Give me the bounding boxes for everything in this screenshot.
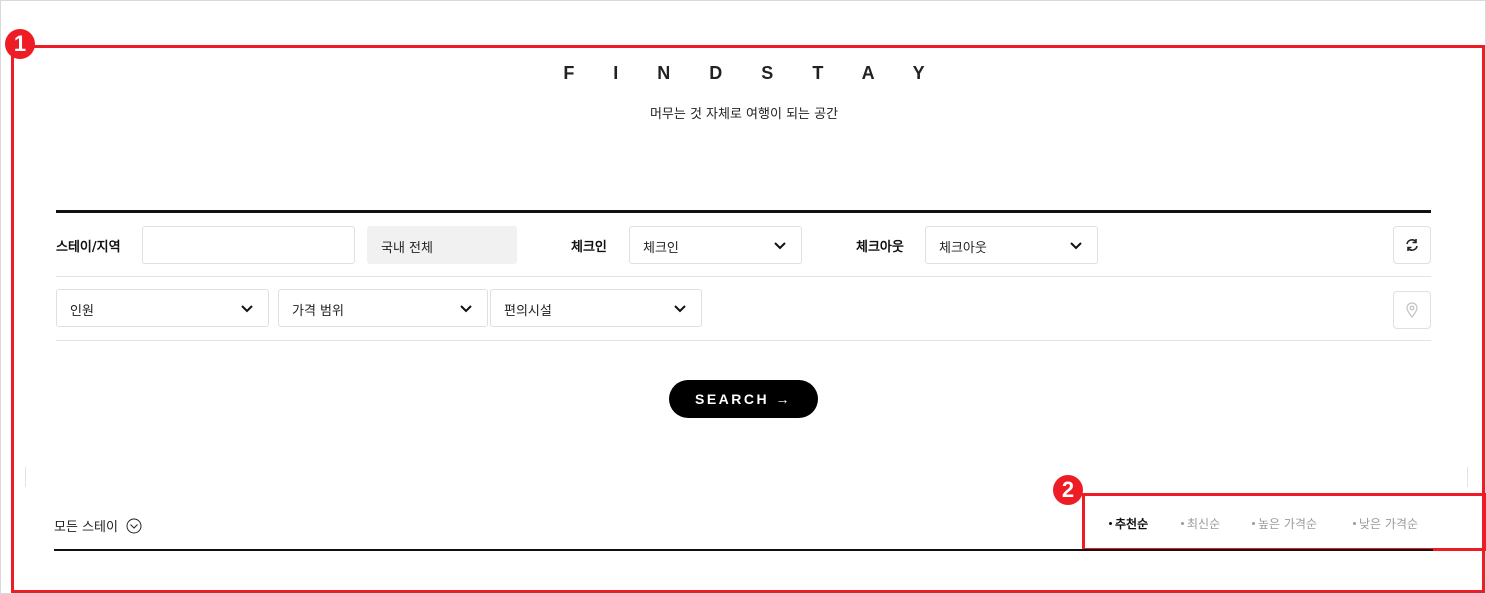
region-select-value: 국내 전체 [381,241,433,256]
refresh-icon [1406,239,1418,251]
page-title: F I N D S T A Y [563,63,942,83]
guests-select-value: 인원 [70,304,94,319]
checkout-select-value: 체크아웃 [939,241,987,256]
map-pin-icon [1406,302,1418,319]
checkin-label: 체크인 [571,240,607,255]
facilities-select-value: 편의시설 [504,304,552,319]
price-range-select-value: 가격 범위 [292,304,344,319]
bullet-dot [1181,522,1184,525]
sort-label: 추천순 [1115,517,1149,531]
chevron-down-icon [1070,242,1082,250]
search-button[interactable]: SEARCH → [669,380,818,418]
price-range-select[interactable]: 가격 범위 [278,289,488,327]
bullet-dot [1353,522,1356,525]
checkout-label: 체크아웃 [856,240,904,255]
sort-label: 낮은 가격순 [1359,517,1419,531]
row-divider [56,276,1431,277]
listing-divider [54,549,1433,551]
checkout-select[interactable]: 체크아웃 [925,226,1098,264]
map-button[interactable] [1393,291,1431,329]
sort-label: 높은 가격순 [1258,517,1318,531]
all-stays-filter[interactable]: 모든 스테이 [54,516,142,535]
checkin-select-value: 체크인 [643,241,679,256]
chevron-down-icon [241,305,253,313]
bullet-dot [1252,522,1255,525]
guests-select[interactable]: 인원 [56,289,269,327]
stay-region-label: 스테이/지역 [56,240,121,255]
sort-recommended[interactable]: 추천순 [1109,515,1148,532]
checkin-select[interactable]: 체크인 [629,226,802,264]
all-stays-label: 모든 스테이 [54,520,118,535]
reset-button[interactable] [1393,226,1431,264]
circle-chevron-down-icon [126,518,142,534]
find-stay-page: 1 2 F I N D S T A Y 머무는 것 자체로 여행이 되는 공간 … [0,0,1486,594]
annotation-badge-1: 1 [5,29,35,59]
page-subtitle: 머무는 것 자체로 여행이 되는 공간 [649,107,839,122]
chevron-down-icon [674,305,686,313]
sort-price-low[interactable]: 낮은 가격순 [1353,515,1418,532]
search-top-divider [56,210,1431,213]
sort-price-high[interactable]: 높은 가격순 [1252,515,1317,532]
divider-tick-right [1467,467,1468,487]
facilities-select[interactable]: 편의시설 [490,289,702,327]
annotation-badge-2: 2 [1053,475,1083,505]
region-select[interactable]: 국내 전체 [367,226,517,264]
divider-tick-left [25,467,26,487]
sort-label: 최신순 [1187,517,1221,531]
bullet-dot [1109,522,1112,525]
row-divider [56,340,1431,341]
chevron-down-icon [460,305,472,313]
stay-region-text-input[interactable] [143,227,354,263]
chevron-down-icon [774,242,786,250]
stay-region-input[interactable] [142,226,355,264]
sort-newest[interactable]: 최신순 [1181,515,1220,532]
